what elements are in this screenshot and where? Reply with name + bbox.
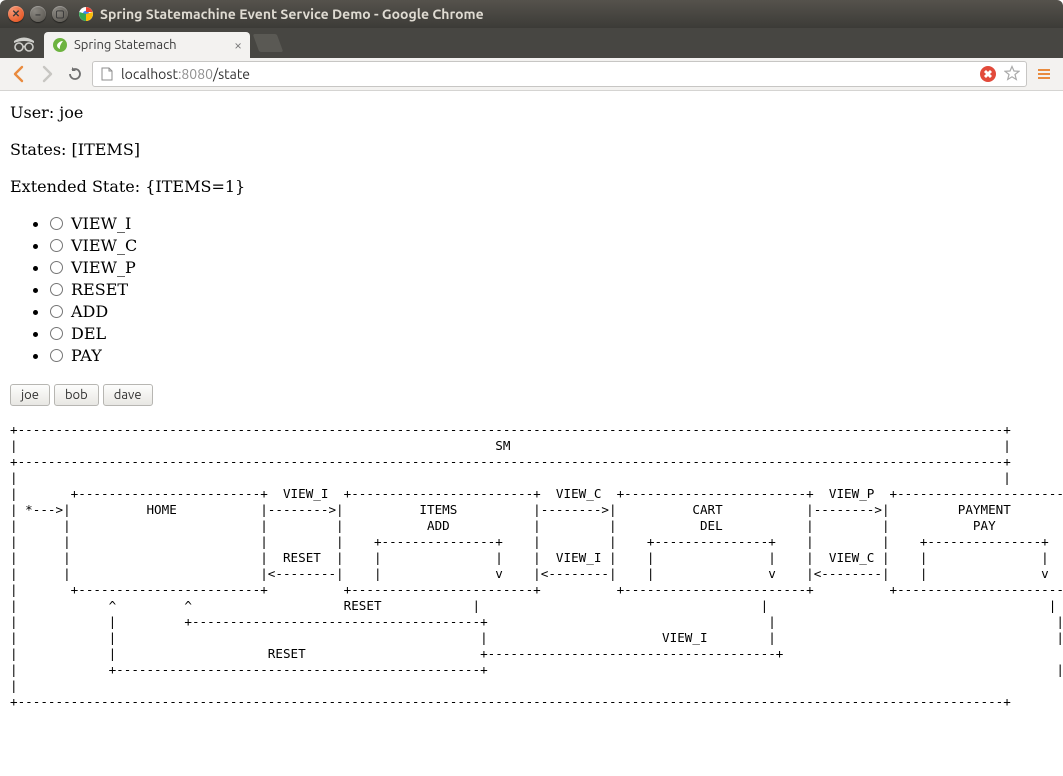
event-option-label[interactable]: VIEW_I [50, 214, 131, 233]
event-option-label[interactable]: ADD [50, 302, 108, 321]
incognito-icon [4, 32, 44, 54]
state-diagram: +---------------------------------------… [10, 422, 1053, 710]
window-close-button[interactable]: ✕ [8, 6, 24, 22]
event-option: RESET [50, 280, 1053, 300]
window-titlebar: ✕ – ▢ Spring Statemachine Event Service … [0, 0, 1063, 28]
reload-button[interactable] [64, 63, 86, 85]
event-radio[interactable] [50, 305, 63, 318]
event-option: VIEW_C [50, 236, 1053, 256]
event-label-text: DEL [71, 324, 106, 343]
browser-toolbar: localhost:8080/state ✖ [0, 58, 1063, 91]
window-minimize-button[interactable]: – [30, 6, 46, 22]
event-label-text: VIEW_I [71, 214, 131, 233]
user-line: User: joe [10, 103, 1053, 122]
chrome-app-icon [78, 6, 94, 22]
address-bar[interactable]: localhost:8080/state ✖ [92, 61, 1027, 87]
url-path: /state [213, 66, 250, 82]
event-label-text: VIEW_P [71, 258, 136, 277]
event-radio[interactable] [50, 261, 63, 274]
event-option-label[interactable]: VIEW_C [50, 236, 137, 255]
event-radio[interactable] [50, 239, 63, 252]
tab-active[interactable]: Spring Statemach × [44, 32, 250, 58]
chrome-menu-button[interactable] [1033, 63, 1055, 85]
ext-state-line: Extended State: {ITEMS=1} [10, 177, 1053, 196]
user-button-bob[interactable]: bob [54, 384, 99, 406]
event-option-label[interactable]: VIEW_P [50, 258, 136, 277]
forward-button[interactable] [36, 63, 58, 85]
user-button-joe[interactable]: joe [10, 384, 50, 406]
url-port: :8080 [178, 66, 213, 82]
url-host: localhost [121, 66, 178, 82]
event-label-text: RESET [71, 280, 128, 299]
event-radio-list: VIEW_I VIEW_C VIEW_P RESET ADD DEL PAY [10, 214, 1053, 366]
event-label-text: VIEW_C [71, 236, 137, 255]
event-option-label[interactable]: RESET [50, 280, 128, 299]
event-radio[interactable] [50, 327, 63, 340]
event-option-label[interactable]: PAY [50, 346, 102, 365]
event-option: VIEW_P [50, 258, 1053, 278]
event-option: ADD [50, 302, 1053, 322]
window-maximize-button[interactable]: ▢ [52, 6, 68, 22]
event-option: PAY [50, 346, 1053, 366]
user-button-row: joebobdave [10, 384, 1053, 406]
event-label-text: PAY [71, 346, 102, 365]
tab-close-icon[interactable]: × [234, 38, 242, 52]
window-title: Spring Statemachine Event Service Demo -… [100, 6, 484, 22]
user-button-dave[interactable]: dave [103, 384, 153, 406]
new-tab-button[interactable] [253, 34, 284, 52]
states-line: States: [ITEMS] [10, 140, 1053, 159]
bookmark-star-icon[interactable] [1004, 65, 1020, 84]
event-option-label[interactable]: DEL [50, 324, 106, 343]
page-icon [99, 66, 115, 82]
window-controls: ✕ – ▢ [8, 6, 68, 22]
event-option: VIEW_I [50, 214, 1053, 234]
event-label-text: ADD [71, 302, 108, 321]
event-radio[interactable] [50, 217, 63, 230]
extension-badge-icon[interactable]: ✖ [980, 66, 996, 82]
event-option: DEL [50, 324, 1053, 344]
event-radio[interactable] [50, 349, 63, 362]
tab-title: Spring Statemach [74, 38, 177, 52]
event-radio[interactable] [50, 283, 63, 296]
tab-strip: Spring Statemach × [0, 28, 1063, 58]
back-button[interactable] [8, 63, 30, 85]
spring-favicon-icon [52, 37, 68, 53]
page-content: User: joe States: [ITEMS] Extended State… [0, 91, 1063, 722]
